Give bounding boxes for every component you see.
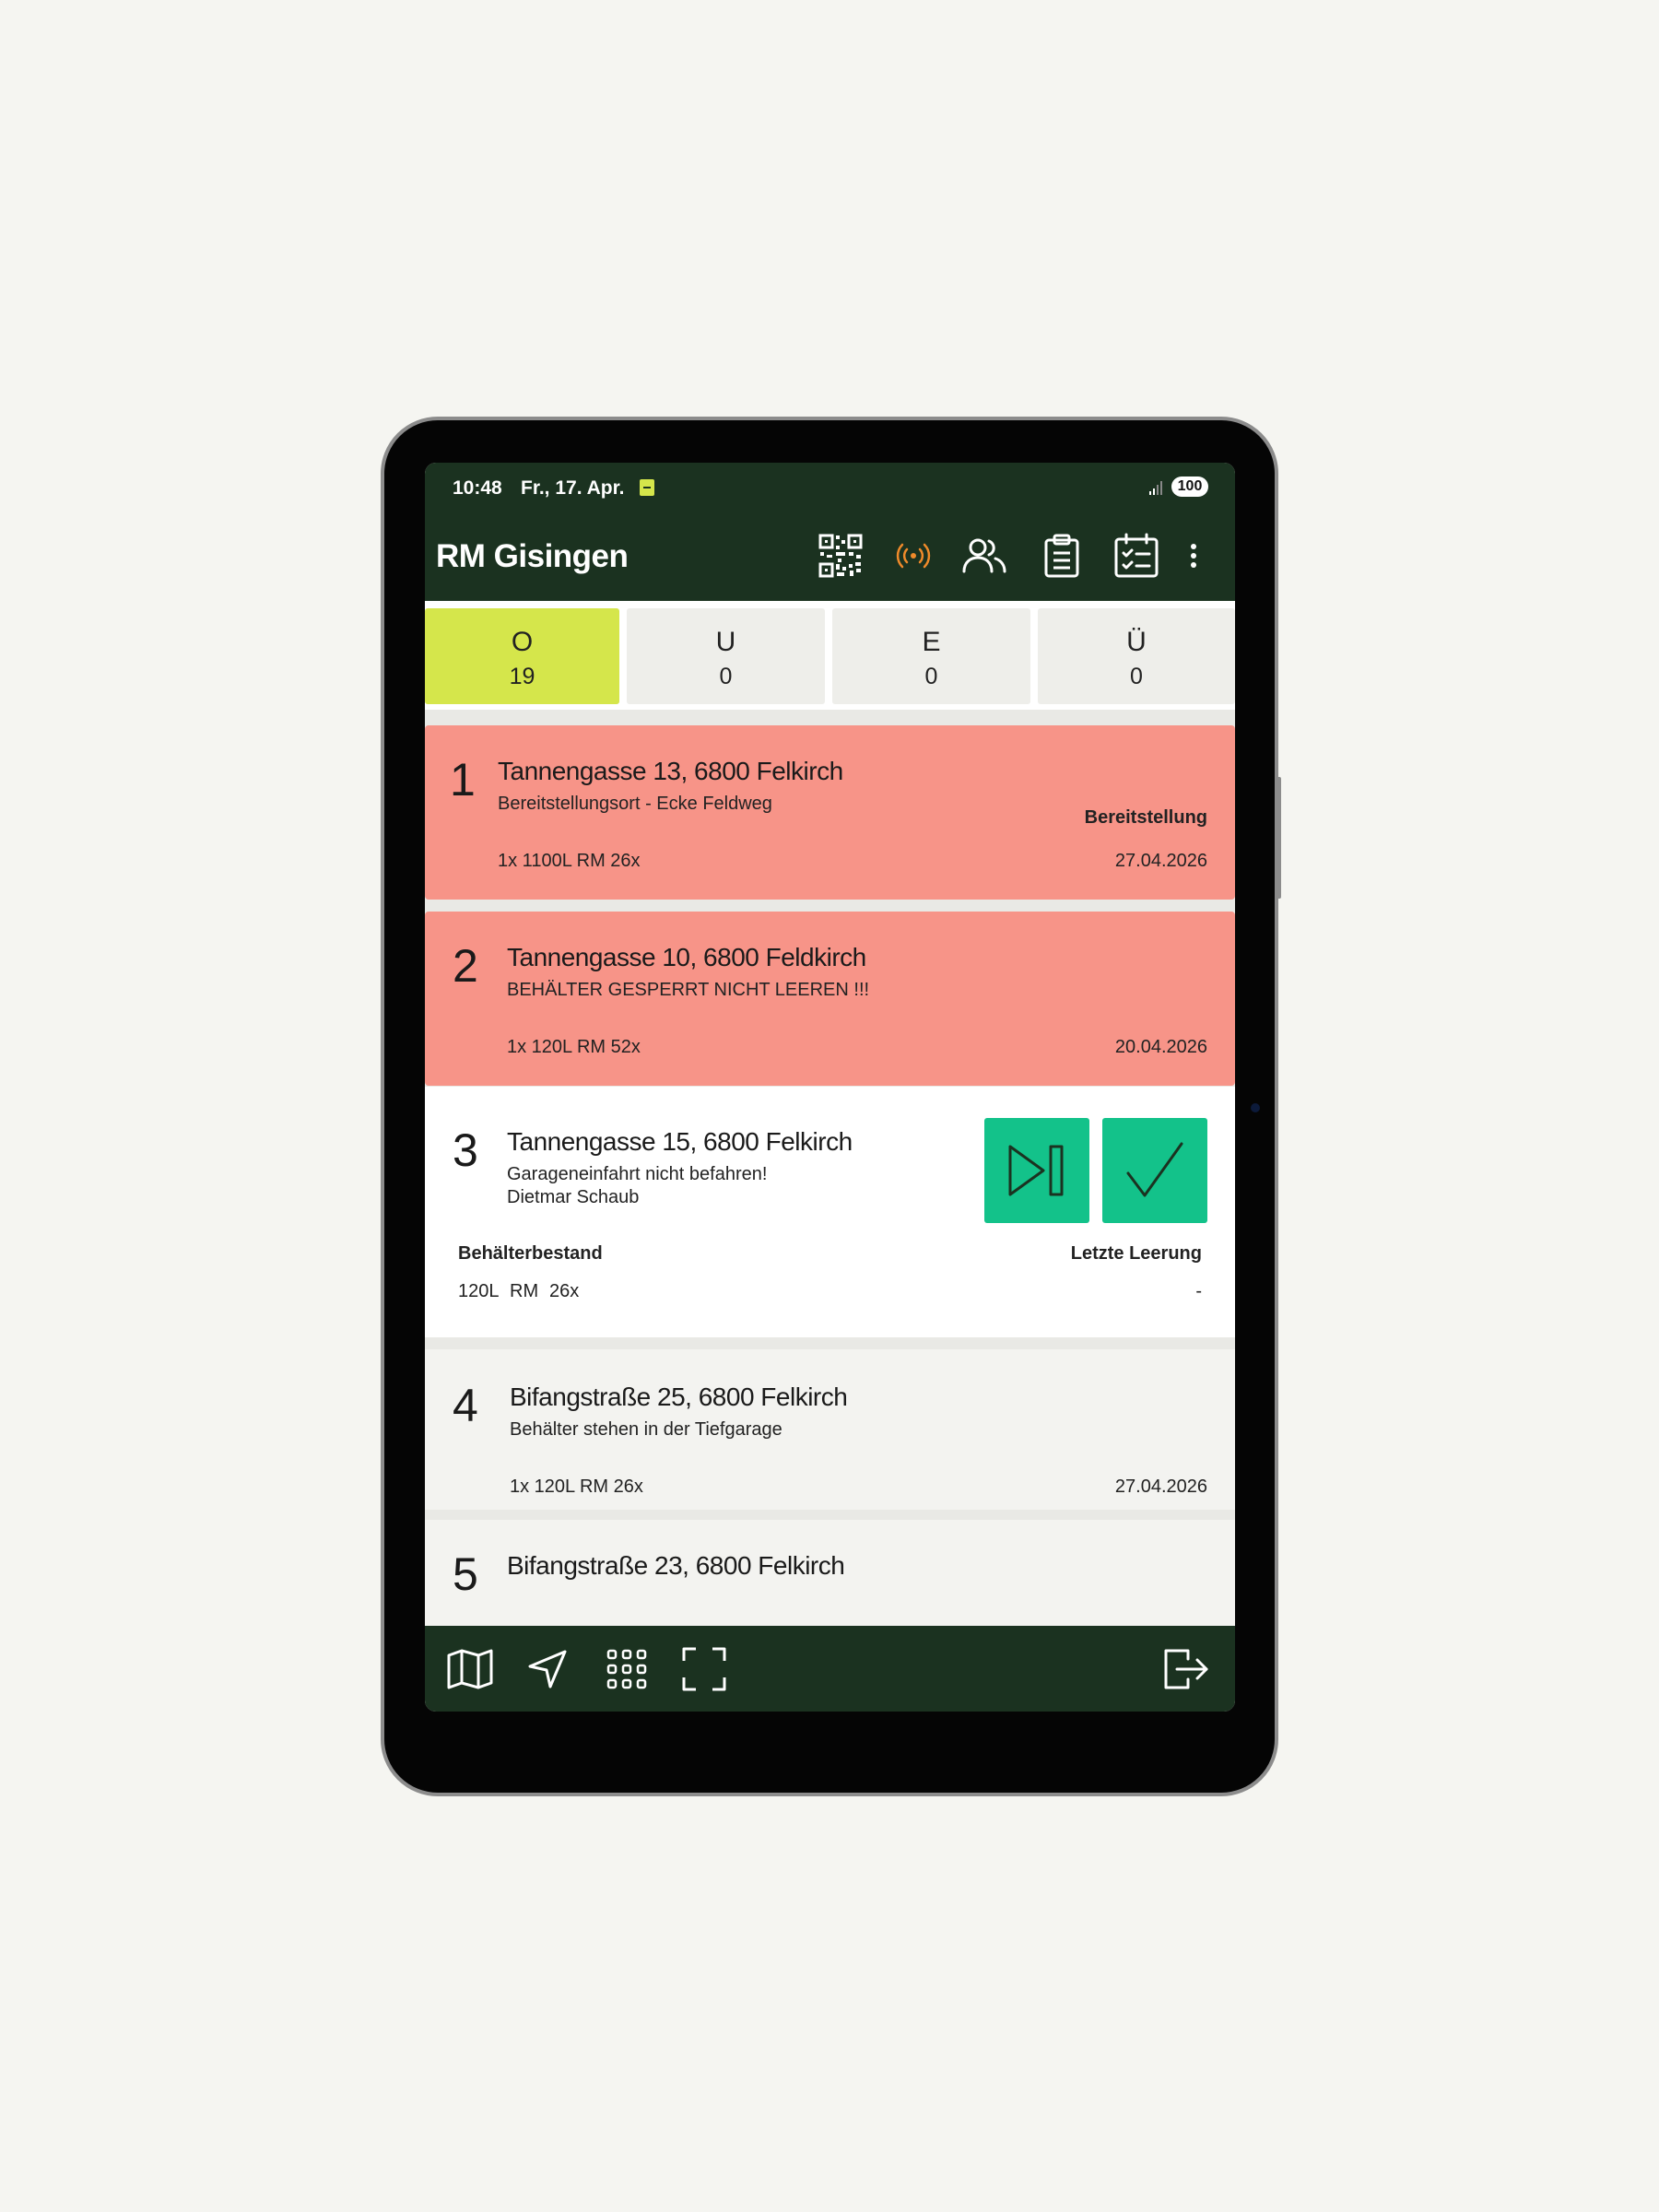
tab-count: 0 bbox=[924, 664, 938, 689]
tab-letter: O bbox=[511, 627, 534, 657]
stop-note: BEHÄLTER GESPERRT NICHT LEEREN !!! bbox=[507, 980, 870, 1000]
more-vert-icon bbox=[1191, 544, 1196, 568]
clipboard-icon bbox=[1044, 534, 1079, 578]
tab-u[interactable]: U 0 bbox=[627, 608, 825, 704]
calendar-checklist-icon bbox=[1114, 533, 1159, 578]
signal-icon bbox=[1149, 481, 1162, 495]
tab-count: 19 bbox=[509, 664, 535, 689]
stop-note: Bereitstellungsort - Ecke Feldweg bbox=[498, 794, 772, 814]
tab-e[interactable]: E 0 bbox=[832, 608, 1030, 704]
stop-address: Tannengasse 15, 6800 Felkirch bbox=[507, 1127, 853, 1156]
tab-count: 0 bbox=[1130, 664, 1143, 689]
stop-card[interactable]: 2 Tannengasse 10, 6800 Feldkirch BEHÄLTE… bbox=[425, 912, 1235, 1086]
app-bar: RM Gisingen bbox=[425, 511, 1235, 601]
check-icon bbox=[1126, 1142, 1183, 1197]
stop-address: Tannengasse 13, 6800 Felkirch bbox=[498, 757, 843, 785]
stop-date: 27.04.2026 bbox=[1114, 1477, 1207, 1497]
stop-date: 20.04.2026 bbox=[1114, 1037, 1207, 1057]
stop-number: 2 bbox=[453, 940, 478, 992]
stop-date: 27.04.2026 bbox=[1114, 851, 1207, 871]
scan-frame-icon bbox=[682, 1647, 726, 1691]
stop-card[interactable]: 1 Tannengasse 13, 6800 Felkirch Bereitst… bbox=[425, 725, 1235, 900]
tablet-camera bbox=[1251, 1103, 1260, 1112]
stop-number: 5 bbox=[453, 1548, 478, 1600]
stop-tag: Bereitstellung bbox=[1084, 807, 1207, 828]
notification-icon bbox=[640, 479, 654, 496]
stop-card[interactable]: 4 Bifangstraße 25, 6800 Felkirch Behälte… bbox=[425, 1349, 1235, 1510]
users-icon bbox=[962, 538, 1006, 573]
map-icon bbox=[447, 1649, 493, 1689]
qr-code-button[interactable] bbox=[816, 531, 865, 581]
tab-letter: U bbox=[715, 627, 736, 657]
stop-address: Tannengasse 10, 6800 Feldkirch bbox=[507, 943, 866, 971]
status-date: Fr., 17. Apr. bbox=[521, 477, 625, 499]
bottom-bar bbox=[425, 1626, 1235, 1712]
stop-number: 3 bbox=[453, 1124, 478, 1176]
broadcast-button[interactable] bbox=[888, 531, 938, 581]
stop-address: Bifangstraße 23, 6800 Felkirch bbox=[507, 1551, 845, 1580]
skip-button[interactable] bbox=[984, 1118, 1089, 1223]
stop-card[interactable]: 5 Bifangstraße 23, 6800 Felkirch bbox=[425, 1520, 1235, 1626]
confirm-button[interactable] bbox=[1102, 1118, 1207, 1223]
tab-offen[interactable]: O 19 bbox=[425, 608, 619, 704]
tab-count: 0 bbox=[719, 664, 733, 689]
stop-containers: 1x 1100L RM 26x bbox=[498, 851, 641, 871]
tab-letter: Ü bbox=[1126, 627, 1147, 657]
navigation-icon bbox=[528, 1650, 567, 1688]
stock-type: RM bbox=[510, 1281, 539, 1301]
status-bar: 10:48 Fr., 17. Apr. 100 bbox=[425, 463, 1235, 511]
stock-label: Behälterbestand bbox=[458, 1243, 603, 1264]
tab-ue[interactable]: Ü 0 bbox=[1038, 608, 1235, 704]
more-button[interactable] bbox=[1180, 531, 1207, 581]
status-time: 10:48 bbox=[453, 477, 502, 499]
last-emptying-value: - bbox=[1195, 1281, 1202, 1301]
broadcast-icon bbox=[896, 543, 931, 569]
stop-note: Behälter stehen in der Tiefgarage bbox=[510, 1419, 782, 1440]
filter-tabs: O 19 U 0 E 0 Ü 0 bbox=[425, 601, 1235, 710]
stop-containers: 1x 120L RM 52x bbox=[507, 1037, 641, 1057]
screen: 10:48 Fr., 17. Apr. 100 RM Gisingen O 19… bbox=[425, 463, 1235, 1712]
stop-list[interactable]: 1 Tannengasse 13, 6800 Felkirch Bereitst… bbox=[425, 710, 1235, 1626]
apps-button[interactable] bbox=[600, 1642, 653, 1696]
stop-number: 4 bbox=[453, 1380, 478, 1431]
stop-note: Garageneinfahrt nicht befahren! bbox=[507, 1164, 768, 1184]
tablet-side-button bbox=[1276, 777, 1281, 899]
clipboard-button[interactable] bbox=[1037, 531, 1087, 581]
users-button[interactable] bbox=[959, 531, 1009, 581]
stop-address: Bifangstraße 25, 6800 Felkirch bbox=[510, 1382, 848, 1411]
qr-code-icon bbox=[818, 534, 863, 578]
navigation-button[interactable] bbox=[521, 1642, 574, 1696]
stock-size: 120L bbox=[458, 1281, 500, 1301]
map-button[interactable] bbox=[443, 1642, 497, 1696]
tab-letter: E bbox=[922, 627, 941, 657]
logout-icon bbox=[1164, 1649, 1208, 1689]
apps-grid-icon bbox=[606, 1649, 647, 1689]
app-title: RM Gisingen bbox=[436, 538, 629, 574]
stop-card-expanded[interactable]: 3 Tannengasse 15, 6800 Felkirch Garagene… bbox=[425, 1087, 1235, 1337]
skip-next-icon bbox=[1008, 1145, 1064, 1196]
stock-count: 26x bbox=[549, 1281, 580, 1301]
battery-level: 100 bbox=[1171, 477, 1208, 497]
tasks-calendar-button[interactable] bbox=[1112, 531, 1161, 581]
logout-button[interactable] bbox=[1159, 1642, 1213, 1696]
stop-person: Dietmar Schaub bbox=[507, 1187, 640, 1207]
stop-containers: 1x 120L RM 26x bbox=[510, 1477, 643, 1497]
scan-button[interactable] bbox=[677, 1642, 731, 1696]
last-emptying-label: Letzte Leerung bbox=[1070, 1243, 1202, 1264]
stop-number: 1 bbox=[450, 754, 476, 806]
